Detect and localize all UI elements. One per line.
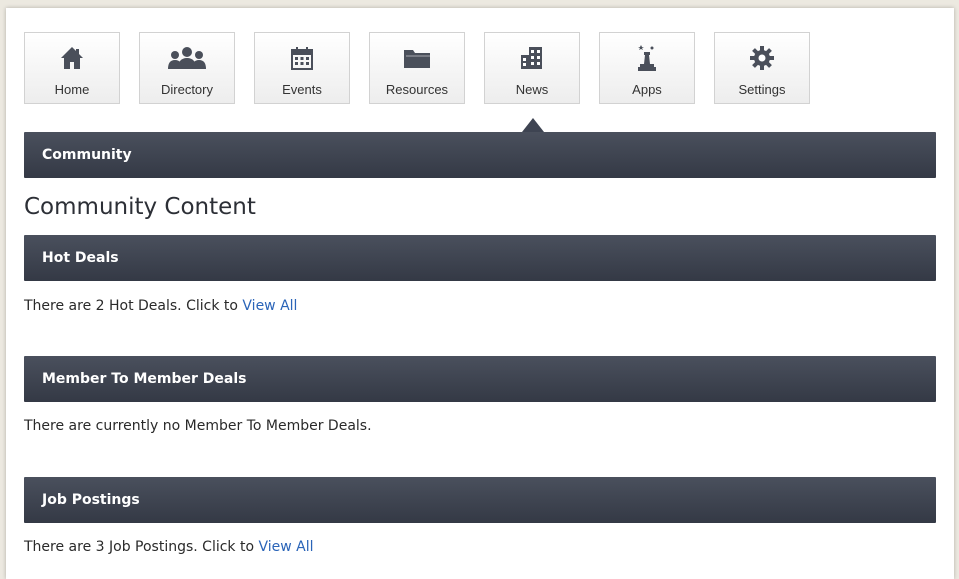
active-tab-pointer — [522, 118, 544, 132]
nav-label-news: News — [515, 82, 549, 97]
hot-deals-bar: Hot Deals — [24, 235, 936, 281]
folder-icon — [403, 44, 431, 72]
nav-label-settings: Settings — [738, 82, 786, 97]
page-title: Community Content — [24, 194, 256, 220]
nav-label-home: Home — [54, 82, 90, 97]
hot-deals-title: Hot Deals — [42, 250, 119, 266]
nav-tile-settings[interactable]: Settings — [714, 32, 810, 104]
building-icon — [519, 44, 545, 72]
gear-icon — [750, 44, 774, 72]
people-icon — [167, 44, 207, 72]
nav-label-events: Events — [282, 82, 322, 97]
job-postings-summary: There are 3 Job Postings. Click to View … — [24, 539, 314, 555]
nav-tile-news[interactable]: News — [484, 32, 580, 104]
nav-tile-directory[interactable]: Directory — [139, 32, 235, 104]
member-deals-summary: There are currently no Member To Member … — [24, 418, 372, 434]
job-postings-title: Job Postings — [42, 492, 140, 508]
hot-deals-text: There are 2 Hot Deals. Click to — [24, 298, 243, 314]
home-icon — [59, 44, 85, 72]
job-postings-view-all-link[interactable]: View All — [258, 539, 313, 555]
nav-label-resources: Resources — [385, 82, 449, 97]
chess-piece-icon — [636, 44, 658, 72]
member-deals-bar: Member To Member Deals — [24, 356, 936, 402]
member-deals-text: There are currently no Member To Member … — [24, 418, 372, 434]
nav-tile-home[interactable]: Home — [24, 32, 120, 104]
nav-tile-apps[interactable]: Apps — [599, 32, 695, 104]
hot-deals-view-all-link[interactable]: View All — [242, 298, 297, 314]
nav-label-apps: Apps — [632, 82, 662, 97]
page: Home Directory Events Resources News App… — [6, 8, 954, 579]
nav-label-directory: Directory — [160, 82, 213, 97]
job-postings-bar: Job Postings — [24, 477, 936, 523]
hot-deals-summary: There are 2 Hot Deals. Click to View All — [24, 298, 297, 314]
nav-tile-resources[interactable]: Resources — [369, 32, 465, 104]
member-deals-title: Member To Member Deals — [42, 371, 247, 387]
community-bar: Community — [24, 132, 936, 178]
calendar-icon — [290, 44, 314, 72]
community-bar-title: Community — [42, 147, 132, 163]
nav-tile-events[interactable]: Events — [254, 32, 350, 104]
job-postings-text: There are 3 Job Postings. Click to — [24, 539, 259, 555]
